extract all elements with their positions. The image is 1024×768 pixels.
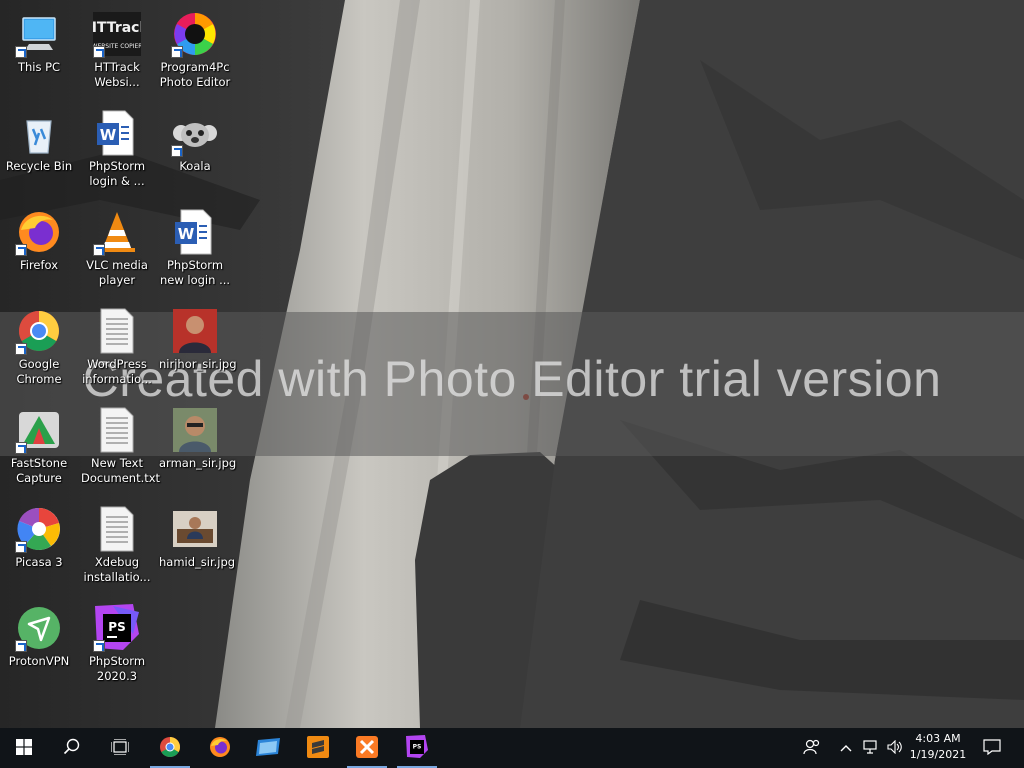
desktop-icon-label: Google Chrome — [16, 357, 62, 386]
photo-editor-icon — [171, 10, 219, 58]
people-button[interactable] — [798, 728, 826, 768]
svg-text:W: W — [178, 225, 195, 243]
desktop-icon-vlc[interactable]: VLC media player — [79, 202, 155, 296]
desktop-icon-recycle-bin[interactable]: Recycle Bin — [1, 103, 77, 197]
search-icon — [63, 738, 81, 759]
desktop-icon-label: FastStone Capture — [10, 456, 68, 485]
firefox-icon — [15, 208, 63, 256]
svg-text:HTTrack: HTTrack — [93, 20, 141, 36]
network-icon — [863, 739, 879, 757]
desktop-icon-faststone-capture[interactable]: FastStone Capture — [1, 400, 77, 494]
phpstorm-icon: PS — [405, 734, 429, 762]
taskbar-file-explorer[interactable] — [244, 728, 292, 768]
desktop-icon-label: PhpStorm new login ... — [159, 258, 231, 287]
desktop-icon-label: PhpStorm login & ... — [88, 159, 146, 188]
desktop-icon-label: arman_sir.jpg — [159, 456, 237, 470]
text-file-icon — [93, 505, 141, 553]
desktop-icon-label: VLC media player — [86, 258, 148, 287]
desktop-icon-phpstorm-login-doc[interactable]: W PhpStorm login & ... — [79, 103, 155, 197]
koala-icon — [171, 109, 219, 157]
volume-button[interactable] — [884, 728, 906, 768]
volume-icon — [887, 739, 903, 757]
desktop-icon-new-text-document[interactable]: New Text Document.txt — [79, 400, 161, 494]
chevron-up-icon — [840, 741, 852, 755]
text-file-icon — [93, 307, 141, 355]
recycle-bin-icon — [15, 109, 63, 157]
desktop-icon-wordpress-info[interactable]: WordPress informatio... — [79, 301, 155, 395]
photo-thumbnail-icon — [171, 505, 219, 553]
xampp-icon — [355, 735, 379, 762]
taskbar-sublime-text[interactable] — [294, 728, 342, 768]
svg-text:W: W — [100, 126, 117, 144]
photo-thumbnail-icon — [171, 307, 219, 355]
protonvpn-icon — [15, 604, 63, 652]
desktop-icon-protonvpn[interactable]: ProtonVPN — [1, 598, 77, 692]
desktop-icon-label: nirjhor_sir.jpg — [159, 357, 237, 371]
taskbar-clock[interactable]: 4:03 AM 1/19/2021 — [908, 731, 968, 763]
search-button[interactable] — [48, 728, 96, 768]
taskbar-xampp[interactable] — [343, 728, 391, 768]
people-icon — [803, 739, 821, 758]
desktop-icon-label: PhpStorm 2020.3 — [88, 654, 146, 683]
desktop-icon-nirjhor-photo[interactable]: nirjhor_sir.jpg — [157, 301, 237, 395]
desktop-icon-firefox[interactable]: Firefox — [1, 202, 77, 296]
taskbar-firefox[interactable] — [196, 728, 244, 768]
network-button[interactable] — [860, 728, 882, 768]
desktop-icon-phpstorm-2020[interactable]: PS PhpStorm 2020.3 — [79, 598, 155, 692]
windows-logo-icon — [16, 738, 32, 758]
show-hidden-icons-button[interactable] — [836, 728, 856, 768]
word-document-icon: W — [171, 208, 219, 256]
text-file-icon — [93, 406, 141, 454]
desktop-icon-picasa[interactable]: Picasa 3 — [1, 499, 77, 593]
desktop-icon-label: This PC — [17, 60, 61, 74]
clock-time: 4:03 AM — [915, 732, 961, 745]
desktop-icon-google-chrome[interactable]: Google Chrome — [1, 301, 77, 395]
clock-date: 1/19/2021 — [909, 748, 967, 761]
desktop-icon-grid: This PC Recycle Bin Firefox Google Chrom… — [0, 0, 240, 728]
desktop-icon-label: WordPress informatio... — [82, 357, 152, 386]
chrome-icon — [158, 735, 182, 762]
desktop-icon-label: Koala — [179, 159, 211, 173]
desktop-icon-httrack[interactable]: HTTrack WEBSITE COPIER HTTrack Websi... — [79, 4, 155, 98]
desktop-icon-photo-editor[interactable]: Program4Pc Photo Editor — [157, 4, 233, 98]
desktop-icon-koala[interactable]: Koala — [157, 103, 233, 197]
folder-icon — [256, 736, 280, 761]
action-center-button[interactable] — [976, 728, 1008, 768]
notification-icon — [983, 738, 1001, 758]
desktop-icon-label: Program4Pc Photo Editor — [159, 60, 231, 89]
svg-text:PS: PS — [108, 620, 125, 634]
start-button[interactable] — [0, 728, 48, 768]
desktop-icon-label: Xdebug installatio... — [83, 555, 151, 584]
desktop-icon-label: hamid_sir.jpg — [159, 555, 236, 569]
firefox-icon — [208, 735, 232, 762]
word-document-icon: W — [93, 109, 141, 157]
taskbar-chrome[interactable] — [146, 728, 194, 768]
desktop-icon-label: Firefox — [19, 258, 59, 272]
desktop-icon-label: Picasa 3 — [15, 555, 63, 569]
picasa-icon — [15, 505, 63, 553]
sublime-text-icon — [306, 735, 330, 762]
task-view-button[interactable] — [96, 728, 144, 768]
desktop-icon-label: Recycle Bin — [5, 159, 73, 173]
desktop-icon-hamid-photo[interactable]: hamid_sir.jpg — [157, 499, 236, 593]
desktop-icon-arman-photo[interactable]: arman_sir.jpg — [157, 400, 237, 494]
desktop-icon-this-pc[interactable]: This PC — [1, 4, 77, 98]
desktop-icon-label: ProtonVPN — [8, 654, 70, 668]
taskbar-phpstorm[interactable]: PS — [393, 728, 441, 768]
svg-text:PS: PS — [413, 743, 422, 750]
photo-thumbnail-icon — [171, 406, 219, 454]
desktop-icon-phpstorm-new-login-doc[interactable]: W PhpStorm new login ... — [157, 202, 233, 296]
desktop-icon-label: New Text Document.txt — [81, 456, 161, 485]
faststone-icon — [15, 406, 63, 454]
taskbar: PS 4:03 AM 1/19/2021 — [0, 728, 1024, 768]
chrome-icon — [15, 307, 63, 355]
vlc-icon — [93, 208, 141, 256]
phpstorm-icon: PS — [93, 604, 141, 652]
desktop-icon-xdebug-installation[interactable]: Xdebug installatio... — [79, 499, 155, 593]
httrack-icon: HTTrack WEBSITE COPIER — [85, 10, 149, 58]
computer-icon — [15, 10, 63, 58]
task-view-icon — [110, 737, 130, 758]
desktop-icon-label: HTTrack Websi... — [94, 60, 140, 89]
